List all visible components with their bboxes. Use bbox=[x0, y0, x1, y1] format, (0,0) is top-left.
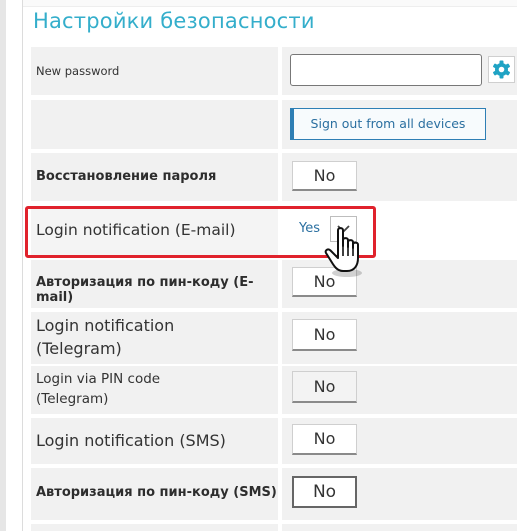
new-password-label: New password bbox=[36, 64, 120, 78]
row-login-pin-telegram: Login via PIN code (Telegram) No bbox=[31, 366, 517, 414]
label-cell: Login via PIN code (Telegram) bbox=[31, 366, 278, 414]
value-cell: No bbox=[282, 418, 517, 464]
login-pin-telegram-label-line1: Login via PIN code bbox=[36, 371, 161, 387]
password-recovery-label: Восстановление пароля bbox=[36, 169, 217, 184]
settings-button[interactable] bbox=[488, 56, 515, 83]
window-edge bbox=[0, 0, 6, 531]
pin-auth-sms-label: Авторизация по пин-коду (SMS) bbox=[36, 485, 277, 500]
value-cell: No bbox=[282, 366, 517, 414]
label-cell bbox=[31, 100, 278, 149]
value-cell bbox=[282, 47, 517, 95]
login-notification-sms-select[interactable]: No bbox=[292, 424, 357, 455]
row-password-recovery: Восстановление пароля No bbox=[31, 153, 517, 201]
row-pin-auth-sms: Авторизация по пин-коду (SMS) No bbox=[31, 468, 517, 520]
pin-auth-sms-select[interactable]: No bbox=[292, 476, 357, 508]
row-new-password: New password bbox=[31, 47, 517, 95]
row-login-notification-telegram: Login notification (Telegram) No bbox=[31, 312, 517, 364]
sign-out-all-button[interactable]: Sign out from all devices bbox=[290, 108, 486, 140]
login-pin-telegram-select[interactable]: No bbox=[292, 371, 357, 403]
password-recovery-select[interactable]: No bbox=[292, 161, 357, 191]
label-cell: Login notification (Telegram) bbox=[31, 312, 278, 364]
value-cell bbox=[282, 524, 517, 531]
top-strip bbox=[23, 0, 517, 7]
value-cell: Sign out from all devices bbox=[282, 100, 517, 149]
value-cell: No bbox=[282, 260, 517, 308]
login-pin-telegram-label-line2: (Telegram) bbox=[36, 391, 109, 407]
login-notification-sms-label: Login notification (SMS) bbox=[36, 431, 226, 450]
gear-icon bbox=[493, 60, 510, 79]
row-login-notification-sms: Login notification (SMS) No bbox=[31, 418, 517, 464]
value-cell: No bbox=[282, 312, 517, 364]
label-cell: Авторизация по пин-коду (E-mail) bbox=[31, 260, 278, 308]
login-notification-telegram-select[interactable]: No bbox=[292, 319, 357, 351]
panel-border bbox=[22, 0, 23, 531]
label-cell: Восстановление пароля bbox=[31, 153, 278, 201]
row-pin-auth-email: Авторизация по пин-коду (E-mail) No bbox=[31, 260, 517, 308]
pin-auth-email-label: Авторизация по пин-коду (E-mail) bbox=[36, 275, 254, 305]
row-next-partial bbox=[31, 524, 517, 531]
label-cell: Авторизация по пин-коду (SMS) bbox=[31, 468, 278, 520]
label-cell: New password bbox=[31, 47, 278, 95]
login-notification-telegram-label-line2: (Telegram) bbox=[36, 339, 122, 358]
new-password-input[interactable] bbox=[290, 54, 482, 86]
value-cell: No bbox=[282, 468, 517, 520]
section-title: Настройки безопасности bbox=[33, 9, 315, 33]
label-cell bbox=[31, 524, 278, 531]
label-cell: Login notification (SMS) bbox=[31, 418, 278, 464]
login-notification-telegram-label-line1: Login notification bbox=[36, 316, 175, 335]
row-sign-out: Sign out from all devices bbox=[31, 100, 517, 149]
value-cell: No bbox=[282, 153, 517, 201]
hand-pointer-icon bbox=[324, 227, 362, 277]
